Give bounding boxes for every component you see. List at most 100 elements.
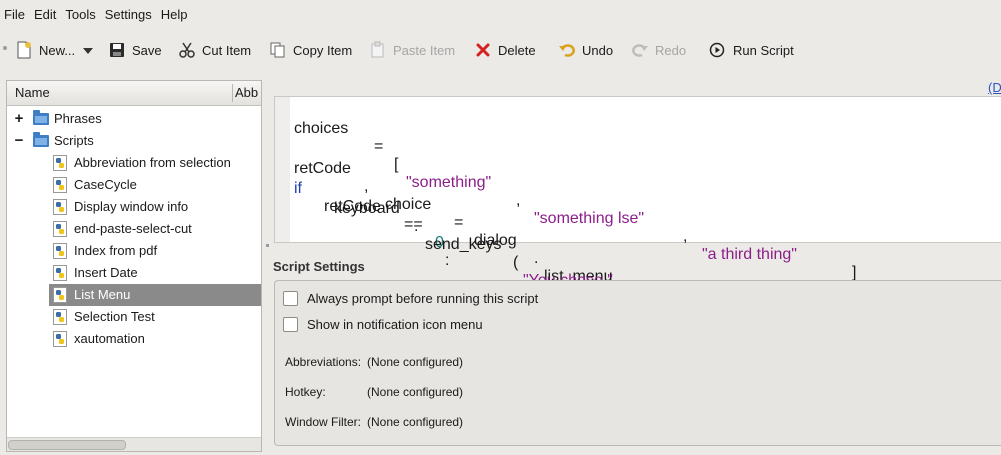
- tree-item-label: Insert Date: [74, 265, 138, 280]
- run-script-button[interactable]: Run Script: [709, 34, 794, 66]
- menu-tools[interactable]: Tools: [61, 0, 100, 30]
- menu-settings[interactable]: Settings: [101, 0, 157, 30]
- python-script-icon: [53, 287, 67, 303]
- show-notification-option[interactable]: Show in notification icon menu: [283, 317, 483, 332]
- code-editor[interactable]: choices = [ "something" , "something lse…: [274, 96, 1001, 343]
- folder-icon: [33, 132, 49, 147]
- tree-item-script[interactable]: Abbreviation from selection: [7, 152, 261, 174]
- tree-folder-scripts[interactable]: − Scripts: [7, 130, 261, 152]
- top-right-link[interactable]: (D: [988, 80, 1001, 95]
- menu-help[interactable]: Help: [157, 0, 193, 30]
- paste-item-button[interactable]: Paste Item: [369, 34, 455, 66]
- hotkey-value[interactable]: (None configured): [367, 385, 463, 399]
- tree-item-label: List Menu: [74, 287, 131, 302]
- tree-item-script[interactable]: Selection Test: [7, 306, 261, 328]
- menu-file[interactable]: File: [0, 0, 30, 30]
- tree-header: Name Abb: [7, 81, 261, 106]
- tree-item-script[interactable]: CaseCycle: [7, 174, 261, 196]
- delete-x-icon: [474, 41, 492, 59]
- undo-button[interactable]: Undo: [558, 34, 613, 66]
- show-notification-checkbox[interactable]: [283, 317, 298, 332]
- new-button[interactable]: New...: [15, 34, 75, 66]
- save-label: Save: [132, 42, 162, 58]
- menu-edit[interactable]: Edit: [30, 0, 61, 30]
- delete-button[interactable]: Delete: [474, 34, 536, 66]
- tree-item-label: xautomation: [74, 331, 145, 346]
- save-icon: [108, 41, 126, 59]
- column-divider[interactable]: [232, 84, 233, 102]
- code-string: "something lse": [534, 210, 645, 227]
- code-string: "a third thing": [702, 246, 797, 263]
- code-token: send_keys: [425, 236, 502, 253]
- copy-item-button[interactable]: Copy Item: [269, 34, 352, 66]
- copy-icon: [269, 41, 287, 59]
- hotkey-setting: Hotkey: (None configured): [285, 385, 463, 399]
- collapse-icon[interactable]: −: [13, 130, 25, 152]
- expand-icon[interactable]: +: [13, 108, 25, 130]
- code-token: ,: [516, 192, 521, 209]
- tree-folder-label: Phrases: [54, 111, 102, 126]
- editor-gutter: [275, 97, 290, 242]
- new-label: New...: [39, 42, 76, 58]
- redo-button[interactable]: Redo: [631, 34, 686, 66]
- code-token: .: [414, 218, 419, 235]
- run-script-label: Run Script: [733, 42, 794, 58]
- code-token: =: [374, 138, 384, 155]
- script-settings-panel: Always prompt before running this script…: [274, 280, 1001, 446]
- code-token: keyboard: [334, 200, 400, 217]
- column-header-abbreviation[interactable]: Abb: [235, 81, 258, 105]
- settings-title: Script Settings: [273, 259, 365, 274]
- code-token: .: [534, 250, 539, 267]
- toolbar: New... Save Cut Item Copy Item Paste Ite…: [0, 34, 1001, 66]
- hotkey-label: Hotkey:: [285, 385, 326, 399]
- new-dropdown-button[interactable]: [82, 34, 94, 66]
- paste-icon: [369, 41, 387, 59]
- python-script-icon: [53, 331, 67, 347]
- tree-folder-phrases[interactable]: + Phrases: [7, 108, 261, 130]
- undo-icon: [558, 41, 576, 59]
- tree-item-label: Display window info: [74, 199, 189, 214]
- window-filter-label: Window Filter:: [285, 415, 362, 429]
- code-token: :: [445, 252, 450, 269]
- abbreviations-label: Abbreviations:: [285, 355, 362, 369]
- tree-item-label: CaseCycle: [74, 177, 137, 192]
- delete-label: Delete: [498, 42, 536, 58]
- cut-item-label: Cut Item: [202, 42, 252, 58]
- abbreviations-value[interactable]: (None configured): [367, 355, 463, 369]
- tree-item-script[interactable]: Index from pdf: [7, 240, 261, 262]
- python-script-icon: [53, 177, 67, 193]
- scissors-icon: [178, 41, 196, 59]
- play-circle-icon: [709, 41, 727, 59]
- python-script-icon: [53, 243, 67, 259]
- tree-item-label: Selection Test: [74, 309, 155, 324]
- menu-bar: File Edit Tools Settings Help: [0, 0, 1001, 30]
- tree-item-script[interactable]: xautomation: [7, 328, 261, 350]
- window-filter-setting: Window Filter: (None configured): [285, 415, 463, 429]
- code-token: [: [394, 156, 399, 173]
- code-token: ,: [364, 178, 369, 195]
- always-prompt-option[interactable]: Always prompt before running this script: [283, 291, 538, 306]
- scrollbar-thumb[interactable]: [8, 440, 126, 450]
- python-script-icon: [53, 309, 67, 325]
- save-button[interactable]: Save: [108, 34, 162, 66]
- code-string: "something": [406, 174, 492, 191]
- redo-icon: [631, 41, 649, 59]
- tree-item-script-selected[interactable]: List Menu: [7, 284, 261, 306]
- cut-item-button[interactable]: Cut Item: [178, 34, 251, 66]
- paste-item-label: Paste Item: [393, 42, 456, 58]
- python-script-icon: [53, 155, 67, 171]
- chevron-down-icon: [82, 43, 94, 58]
- window-filter-value[interactable]: (None configured): [367, 415, 463, 429]
- tree-item-script[interactable]: end-paste-select-cut: [7, 218, 261, 240]
- tree-horizontal-scrollbar[interactable]: [7, 437, 261, 451]
- abbreviations-setting: Abbreviations: (None configured): [285, 355, 463, 369]
- new-document-icon: [15, 41, 33, 59]
- tree-item-script[interactable]: Insert Date: [7, 262, 261, 284]
- tree-item-script[interactable]: Display window info: [7, 196, 261, 218]
- always-prompt-checkbox[interactable]: [283, 291, 298, 306]
- panel-splitter[interactable]: [266, 244, 269, 247]
- column-header-name[interactable]: Name: [15, 81, 50, 105]
- tree-item-label: Abbreviation from selection: [74, 155, 231, 170]
- code-token: (: [513, 254, 519, 271]
- python-script-icon: [53, 265, 67, 281]
